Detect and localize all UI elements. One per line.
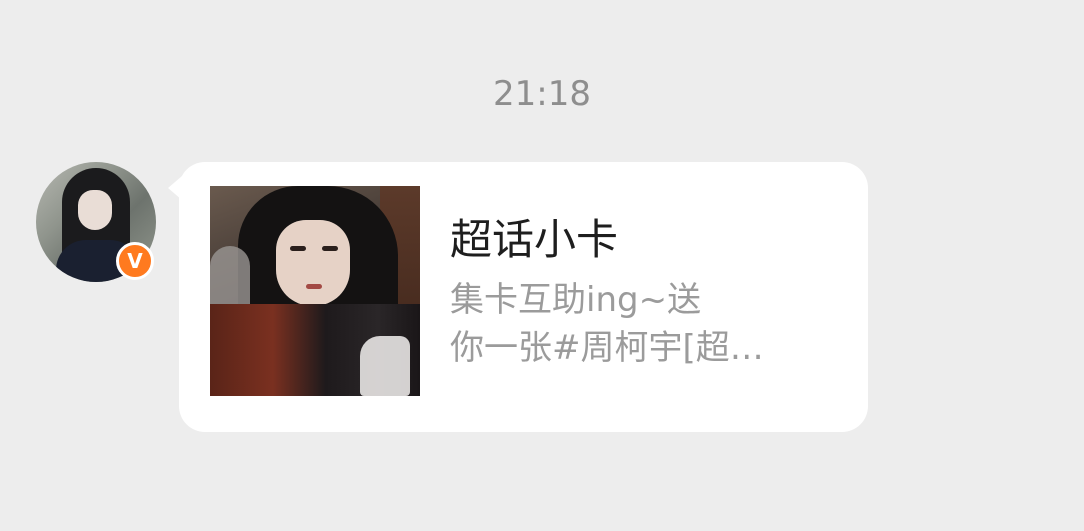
card-title: 超话小卡	[450, 215, 619, 264]
shared-card-message[interactable]: 超话小卡 集卡互助ing~送 你一张#周柯宇[超…	[168, 162, 868, 432]
avatar-face-shape	[78, 190, 112, 230]
verified-badge-icon: V	[116, 242, 154, 280]
card-description-line: 集卡互助ing~送	[450, 280, 702, 320]
card-thumbnail	[210, 186, 420, 396]
bubble-tail	[168, 176, 182, 200]
card-description-line: 你一张#周柯宇[超…	[450, 328, 764, 368]
card-description: 集卡互助ing~送 你一张#周柯宇[超…	[450, 276, 810, 372]
sender-avatar[interactable]: V	[36, 162, 156, 282]
message-timestamp: 21:18	[493, 74, 591, 114]
